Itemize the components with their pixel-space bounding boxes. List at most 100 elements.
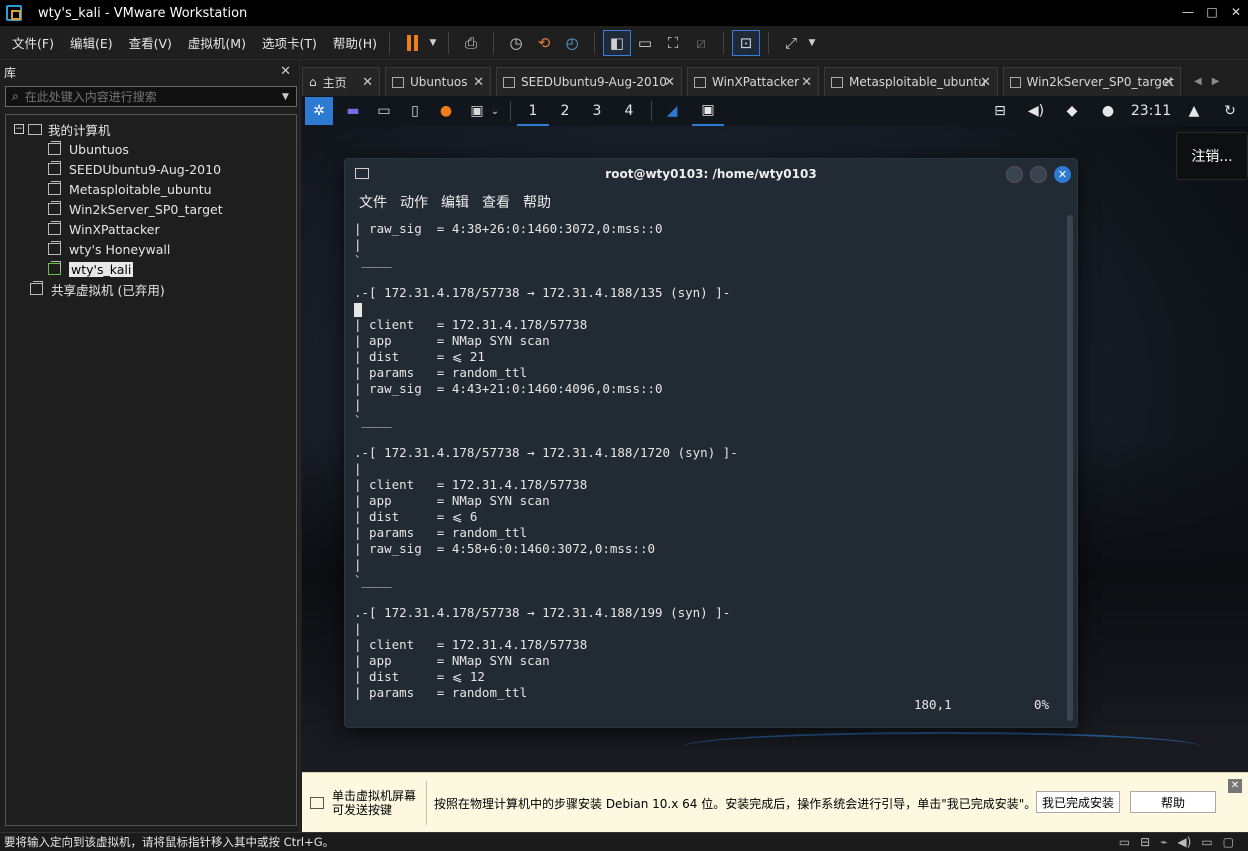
revert-snapshot-icon[interactable]: ⟲ xyxy=(530,30,558,56)
workspace-4[interactable]: 4 xyxy=(613,96,645,126)
hard-disk-icon[interactable]: ▭ xyxy=(1119,835,1130,849)
full-screen-icon[interactable]: ⛶ xyxy=(659,30,687,56)
pause-button[interactable] xyxy=(398,30,426,56)
network-adapter-icon[interactable]: ⊟ xyxy=(1140,835,1150,849)
console-view-icon[interactable]: ⊡ xyxy=(732,29,761,56)
terminal-line: .-[ 172.31.4.178/57738 → 172.31.4.188/13… xyxy=(354,285,731,300)
library-search-input[interactable] xyxy=(24,89,282,104)
lock-screen-icon[interactable]: ▲ xyxy=(1176,103,1212,119)
minimize-button[interactable]: — xyxy=(1176,0,1200,26)
tab-winxpattacker[interactable]: WinXPattacker ✕ xyxy=(687,67,819,96)
menu-vm[interactable]: 虚拟机(M) xyxy=(188,33,246,52)
launcher-dropdown-icon[interactable]: ⌄ xyxy=(490,101,500,121)
terminal-launcher-icon[interactable]: ▣ xyxy=(466,101,488,121)
tree-item-vm[interactable]: wty's Honeywall xyxy=(6,239,296,259)
hint-message: 按照在物理计算机中的步骤安装 Debian 10.x 64 位。安装完成后，操作… xyxy=(434,797,1037,811)
tab-close-icon[interactable]: ✕ xyxy=(664,75,675,90)
tab-win2kserver[interactable]: Win2kServer_SP0_target ✕ xyxy=(1003,67,1181,96)
tree-item-vm[interactable]: WinXPattacker xyxy=(6,219,296,239)
terminal-menu-view[interactable]: 查看 xyxy=(482,192,510,212)
kali-menu-icon[interactable]: ✲ xyxy=(305,97,333,125)
terminal-window-button-icon[interactable]: ▣ xyxy=(692,96,724,126)
search-dropdown-icon[interactable]: ▼ xyxy=(282,92,296,102)
tab-seedubuntu[interactable]: SEEDUbuntu9-Aug-2010 ✕ xyxy=(496,67,682,96)
tab-label: Ubuntuos xyxy=(410,75,468,89)
tree-item-vm[interactable]: Win2kServer_SP0_target xyxy=(6,199,296,219)
tab-home[interactable]: ⌂ 主页 ✕ xyxy=(302,67,380,96)
close-button[interactable]: ✕ xyxy=(1224,0,1248,26)
collapse-icon[interactable]: − xyxy=(14,124,24,134)
toolbar-separator xyxy=(768,31,770,54)
tab-close-icon[interactable]: ✕ xyxy=(1163,75,1174,90)
finished-install-button[interactable]: 我已完成安装 xyxy=(1036,791,1120,813)
stretch-guest-icon[interactable]: ⤢ xyxy=(777,30,805,56)
terminal-window[interactable]: root@wty0103: /home/wty0103 ✕ 文件 动作 编辑 查… xyxy=(344,158,1078,728)
menu-edit[interactable]: 编辑(E) xyxy=(70,33,113,52)
tab-close-icon[interactable]: ✕ xyxy=(801,75,812,90)
tree-item-vm[interactable]: Metasploitable_ubuntu xyxy=(6,179,296,199)
hint-close-icon[interactable]: ✕ xyxy=(1228,779,1242,793)
pause-dropdown-icon[interactable]: ▼ xyxy=(426,30,440,56)
tree-root-my-computer[interactable]: − 我的计算机 xyxy=(6,119,296,139)
menu-help[interactable]: 帮助(H) xyxy=(333,33,377,52)
send-ctrl-alt-del-icon[interactable]: ⎙ xyxy=(457,30,485,56)
terminal-menu-edit[interactable]: 编辑 xyxy=(441,192,469,212)
tab-metasploitable[interactable]: Metasploitable_ubuntu ✕ xyxy=(824,67,998,96)
logout-icon[interactable]: ↻ xyxy=(1212,103,1248,119)
file-manager-icon[interactable]: ▭ xyxy=(373,101,395,121)
menu-view[interactable]: 查看(V) xyxy=(129,33,172,52)
hint-left-line2: 可发送按键 xyxy=(332,803,393,817)
power-manager-icon[interactable]: ● xyxy=(1090,103,1126,119)
snapshot-manager-icon[interactable]: ◴ xyxy=(558,30,586,56)
text-editor-icon[interactable]: ▯ xyxy=(404,101,426,121)
workspace-3[interactable]: 3 xyxy=(581,96,613,126)
window-button-icon[interactable]: ◢ xyxy=(661,101,683,121)
tree-item-vm[interactable]: Ubuntuos xyxy=(6,139,296,159)
show-desktop-icon[interactable]: ▬ xyxy=(342,101,364,121)
menu-tabs[interactable]: 选项卡(T) xyxy=(262,33,317,52)
terminal-minimize-button[interactable] xyxy=(1006,166,1023,183)
stretch-dropdown-icon[interactable]: ▼ xyxy=(805,30,819,56)
tree-item-vm-selected[interactable]: wty's_kali xyxy=(6,259,296,279)
terminal-scrollbar[interactable] xyxy=(1067,215,1073,721)
help-button[interactable]: 帮助 xyxy=(1130,791,1216,813)
terminal-menu-help[interactable]: 帮助 xyxy=(523,192,551,212)
workspace-1[interactable]: 1 xyxy=(517,96,549,126)
firefox-icon[interactable]: ● xyxy=(435,101,457,121)
panel-clock[interactable]: 23:11 xyxy=(1126,103,1176,119)
terminal-maximize-button[interactable] xyxy=(1030,166,1047,183)
thumbnail-bar-icon[interactable]: ▭ xyxy=(631,30,659,56)
snapshot-icon[interactable]: ◷ xyxy=(502,30,530,56)
tab-close-icon[interactable]: ✕ xyxy=(473,75,484,90)
tab-ubuntuos[interactable]: Ubuntuos ✕ xyxy=(385,67,491,96)
sound-icon[interactable]: ◀) xyxy=(1177,835,1191,849)
library-title: 库 xyxy=(4,65,17,80)
notifications-icon[interactable]: ◆ xyxy=(1054,103,1090,119)
vm-screen[interactable]: ✲ ▬ ▭ ▯ ● ▣ ⌄ 1 2 3 4 ◢ ▣ ⊟ ◀) ◆ ● 23:11… xyxy=(302,96,1248,772)
tab-close-icon[interactable]: ✕ xyxy=(362,75,373,90)
terminal-output[interactable]: | raw_sig = 4:38+26:0:1460:3072,0:mss::0… xyxy=(354,221,1066,721)
usb-icon[interactable]: ⌁ xyxy=(1160,835,1167,849)
show-library-icon[interactable]: ◧ xyxy=(603,29,632,56)
tab-close-icon[interactable]: ✕ xyxy=(980,75,991,90)
volume-icon[interactable]: ◀) xyxy=(1018,103,1054,119)
cursor-position: 180,1 xyxy=(914,697,952,712)
terminal-close-button[interactable]: ✕ xyxy=(1054,166,1071,183)
tab-scroll-right-icon[interactable]: ▶ xyxy=(1212,76,1220,87)
message-log-icon[interactable]: ▢ xyxy=(1223,835,1234,849)
terminal-line: .-[ 172.31.4.178/57738 → 172.31.4.188/17… xyxy=(354,445,738,460)
terminal-menu-actions[interactable]: 动作 xyxy=(400,192,428,212)
terminal-menu-file[interactable]: 文件 xyxy=(359,192,387,212)
workspace-2[interactable]: 2 xyxy=(549,96,581,126)
library-panel: 库 ✕ ⌕ ▼ − 我的计算机 Ubuntuos SEEDUbuntu9-Aug… xyxy=(0,60,300,832)
display-icon[interactable]: ▭ xyxy=(1201,835,1212,849)
library-close-icon[interactable]: ✕ xyxy=(280,64,291,79)
maximize-button[interactable]: □ xyxy=(1200,0,1224,26)
tree-item-shared-vms[interactable]: 共享虚拟机 (已弃用) xyxy=(6,279,296,299)
menu-file[interactable]: 文件(F) xyxy=(12,33,54,52)
unity-icon[interactable]: ⧄ xyxy=(687,30,715,56)
network-icon[interactable]: ⊟ xyxy=(982,103,1018,119)
tab-scroll-left-icon[interactable]: ◀ xyxy=(1194,76,1202,87)
tree-item-vm[interactable]: SEEDUbuntu9-Aug-2010 xyxy=(6,159,296,179)
vm-icon xyxy=(503,76,515,88)
